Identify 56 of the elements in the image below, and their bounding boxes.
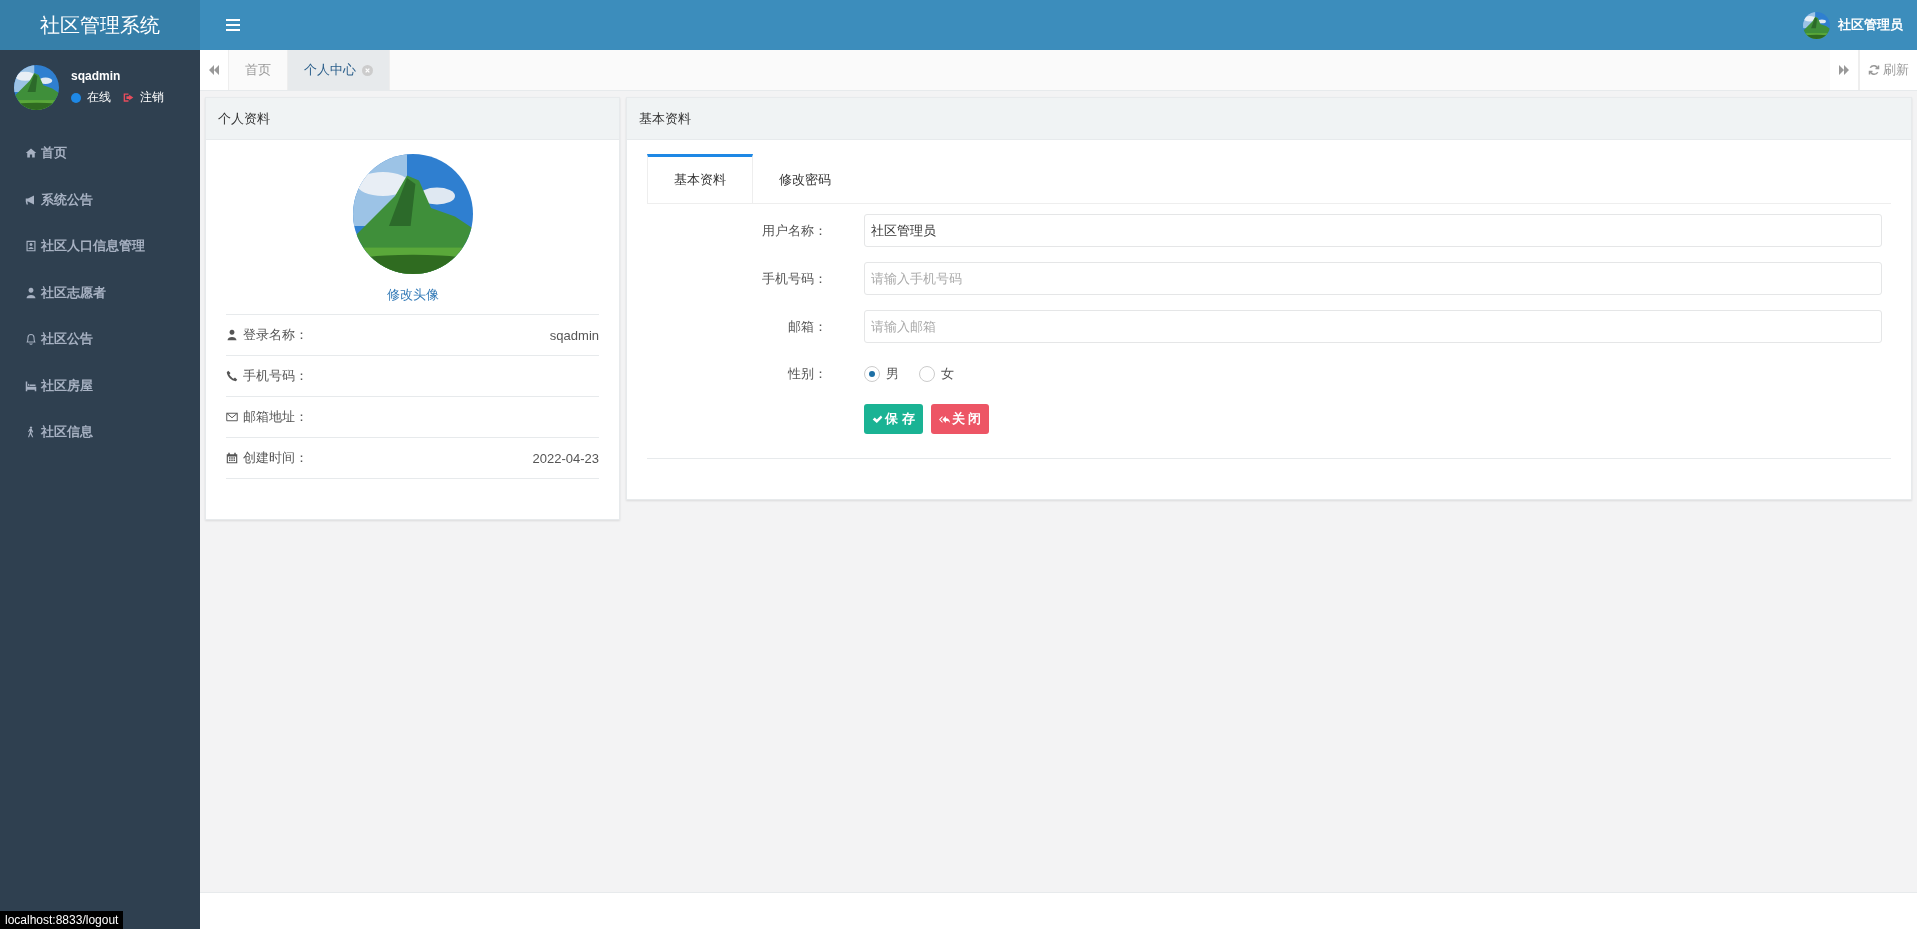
contact-card-icon	[25, 240, 37, 253]
sidebar-item[interactable]: 社区信息	[0, 409, 200, 456]
form-tab[interactable]: 基本资料	[647, 154, 753, 203]
radio-label: 男	[886, 364, 899, 383]
close-icon[interactable]	[362, 64, 373, 76]
status-dot	[71, 92, 81, 103]
phone-icon	[226, 370, 238, 382]
menu-icon[interactable]	[226, 19, 240, 31]
info-label: 登录名称：	[243, 326, 308, 344]
scroll-left-icon[interactable]	[208, 64, 220, 76]
save-button[interactable]: 保 存	[864, 404, 923, 434]
user-name[interactable]: 社区管理员	[1838, 16, 1903, 34]
card-title: 基本资料	[639, 109, 691, 128]
user-icon	[226, 329, 238, 341]
user-icon	[25, 286, 37, 299]
megaphone-icon	[25, 193, 37, 206]
field-label: 性别：	[787, 364, 827, 383]
status-text: 在线	[87, 89, 111, 106]
sidebar-item[interactable]: 社区志愿者	[0, 269, 200, 316]
info-label: 手机号码：	[243, 367, 308, 385]
bell-icon	[25, 333, 37, 346]
sidebar-item[interactable]: 社区房屋	[0, 362, 200, 409]
page-tab[interactable]: 个人中心	[288, 50, 390, 90]
field-label: 邮箱：	[787, 317, 827, 336]
change-avatar-link[interactable]: 修改头像	[386, 286, 439, 304]
logout-icon	[123, 92, 134, 103]
logout-link[interactable]: 注销	[140, 89, 164, 106]
check-icon	[872, 413, 883, 425]
calendar-icon	[226, 452, 238, 464]
field-label: 用户名称：	[761, 221, 827, 240]
refresh-icon	[1868, 64, 1880, 76]
input-field[interactable]: 社区管理员	[864, 214, 1882, 247]
bed-icon	[25, 379, 37, 392]
field-label: 手机号码：	[761, 269, 827, 288]
sidebar-item[interactable]: 社区人口信息管理	[0, 223, 200, 270]
sidebar-item[interactable]: 社区公告	[0, 316, 200, 363]
user-name: sqadmin	[71, 69, 122, 83]
refresh-button[interactable]: 刷新	[1859, 50, 1917, 90]
info-value: sqadmin	[549, 327, 599, 343]
info-label: 邮箱地址：	[243, 408, 308, 426]
home-icon	[25, 147, 37, 160]
close-button[interactable]: 关 闭	[930, 404, 990, 434]
envelope-icon	[226, 411, 238, 423]
info-label: 创建时间：	[243, 449, 308, 467]
link-url-tooltip: localhost:8833/logout	[0, 911, 124, 929]
scroll-right-icon[interactable]	[1838, 64, 1850, 76]
form-tab[interactable]: 修改密码	[753, 154, 857, 203]
reply-all-icon	[938, 413, 950, 425]
input-field[interactable]: 请输入手机号码	[864, 262, 1882, 295]
radio-label: 女	[941, 364, 954, 383]
input-field[interactable]: 请输入邮箱	[864, 310, 1882, 343]
sidebar-item[interactable]: 系统公告	[0, 176, 200, 223]
app-title: 社区管理系统	[0, 0, 200, 50]
info-value: 2022-04-23	[532, 450, 599, 466]
card-title: 个人资料	[218, 109, 270, 128]
sidebar-item[interactable]: 首页	[0, 130, 200, 177]
